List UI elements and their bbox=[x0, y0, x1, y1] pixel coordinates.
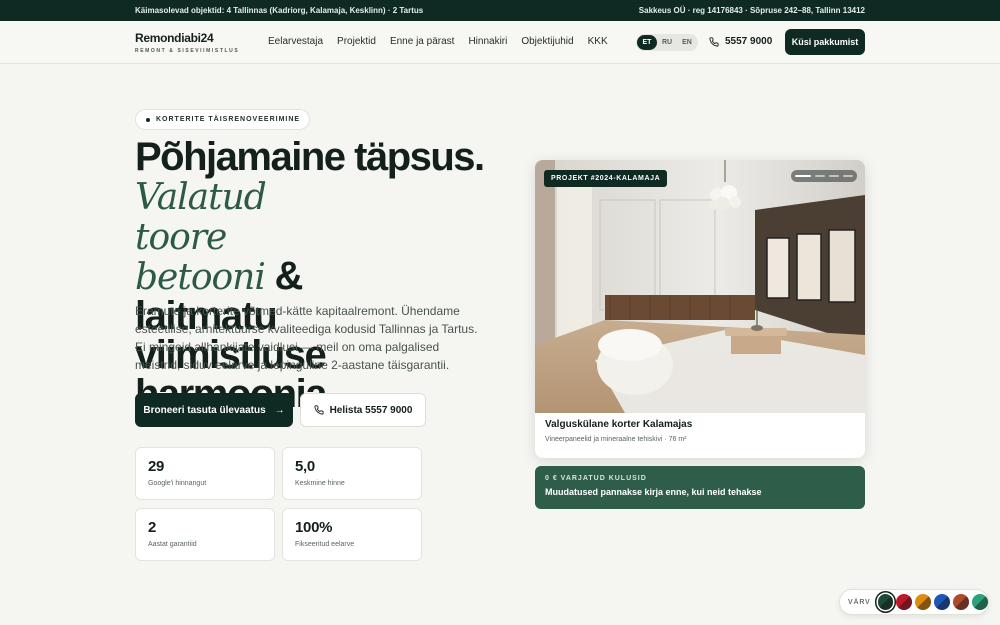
stat-card: 100% Fikseeritud eelarve bbox=[282, 508, 422, 561]
language-ru[interactable]: RU bbox=[657, 35, 677, 50]
stat-value: 5,0 bbox=[295, 458, 315, 475]
theme-color-picker: VÄRV bbox=[839, 589, 989, 615]
stat-value: 29 bbox=[148, 458, 165, 475]
nav-menu: Eelarvestaja Projektid Enne ja pärast Hi… bbox=[268, 36, 608, 47]
stat-value: 2 bbox=[148, 519, 157, 536]
project-caption: Valguskülane korter Kalamajas Vineerpane… bbox=[545, 419, 692, 443]
project-photo bbox=[535, 160, 865, 413]
nav-item-projektid[interactable]: Projektid bbox=[337, 36, 376, 47]
logo-name: Remondiabi24 bbox=[135, 31, 214, 45]
headline-italic: Valatud toore betooni bbox=[135, 177, 267, 298]
phone-icon bbox=[709, 36, 719, 47]
active-projects-text: Käimasolevad objektid: 4 Tallinnas (Kadr… bbox=[135, 6, 424, 15]
category-pill-label: KORTERITE TÄISRENOVEERIMINE bbox=[156, 116, 301, 123]
slide-dot[interactable] bbox=[815, 175, 825, 177]
headline-line-1: Põhjamaine täpsus. bbox=[135, 135, 485, 179]
phone-icon bbox=[313, 405, 324, 415]
call-button[interactable]: Helista 5557 9000 bbox=[300, 393, 426, 427]
stat-card: 5,0 Keskmine hinne bbox=[282, 447, 422, 500]
bullet-dot-icon bbox=[146, 117, 150, 122]
stat-label: Google'i hinnangut bbox=[148, 480, 207, 487]
hero-description: Eramute ja korterite võtmed-kätte kapita… bbox=[135, 304, 478, 372]
stat-label: Fikseeritud eelarve bbox=[295, 541, 355, 548]
language-switcher: ET RU EN bbox=[636, 34, 698, 51]
stat-value: 100% bbox=[295, 519, 333, 536]
company-info-text: Sakkeus OÜ · reg 14176843 · Sõpruse 242–… bbox=[638, 6, 865, 15]
color-swatch-rust[interactable] bbox=[953, 594, 970, 610]
stat-label: Aastat garantiid bbox=[148, 541, 197, 548]
notice-kicker: 0 € VARJATUD KULUSID bbox=[545, 475, 647, 482]
nav-item-objektijuhid[interactable]: Objektijuhid bbox=[521, 36, 573, 47]
project-subtitle: Vineerpaneelid ja mineraalne tehiskivi ·… bbox=[545, 436, 687, 443]
announcement-bar: Käimasolevad objektid: 4 Tallinnas (Kadr… bbox=[0, 0, 1000, 21]
logo-tagline: REMONT & SISEVIIMISTLUS bbox=[135, 48, 240, 54]
nav-item-hinnakiri[interactable]: Hinnakiri bbox=[468, 36, 507, 47]
language-en[interactable]: EN bbox=[677, 35, 697, 50]
color-picker-label: VÄRV bbox=[848, 598, 871, 606]
slide-dot[interactable] bbox=[829, 175, 839, 177]
color-swatch-blue[interactable] bbox=[934, 594, 951, 610]
notice-text: Muudatused pannakse kirja enne, kui neid… bbox=[545, 487, 762, 497]
no-hidden-costs-banner: 0 € VARJATUD KULUSID Muudatused pannakse… bbox=[535, 466, 865, 509]
color-swatch-green[interactable] bbox=[877, 594, 894, 610]
nav-item-kkk[interactable]: KKK bbox=[588, 36, 608, 47]
color-swatch-teal[interactable] bbox=[972, 594, 988, 610]
project-card[interactable]: PROJEKT #2024-KALAMAJA Valguskülane kort… bbox=[535, 160, 865, 458]
book-inspection-label: Broneeri tasuta ülevaatus bbox=[143, 404, 266, 416]
book-inspection-button[interactable]: Broneeri tasuta ülevaatus → bbox=[135, 393, 293, 427]
stat-card: 2 Aastat garantiid bbox=[135, 508, 275, 561]
language-et[interactable]: ET bbox=[637, 35, 657, 50]
color-swatch-red[interactable] bbox=[896, 594, 913, 610]
project-badge: PROJEKT #2024-KALAMAJA bbox=[544, 170, 668, 187]
slide-indicator[interactable] bbox=[791, 170, 857, 182]
nav-item-eelarvestaja[interactable]: Eelarvestaja bbox=[268, 36, 323, 47]
logo[interactable]: Remondiabi24 REMONT & SISEVIIMISTLUS bbox=[135, 31, 239, 54]
main-navigation: Remondiabi24 REMONT & SISEVIIMISTLUS Eel… bbox=[0, 21, 1000, 64]
call-button-label: Helista 5557 9000 bbox=[329, 404, 413, 416]
slide-dot[interactable] bbox=[795, 175, 811, 177]
stat-card: 29 Google'i hinnangut bbox=[135, 447, 275, 500]
color-swatch-orange[interactable] bbox=[915, 594, 932, 610]
category-pill: KORTERITE TÄISRENOVEERIMINE bbox=[135, 109, 311, 130]
phone-link[interactable]: 5557 9000 bbox=[709, 36, 772, 47]
slide-dot[interactable] bbox=[843, 175, 853, 177]
stat-label: Keskmine hinne bbox=[295, 480, 345, 487]
phone-number: 5557 9000 bbox=[725, 36, 773, 47]
project-title: Valguskülane korter Kalamajas bbox=[545, 419, 693, 430]
nav-item-enne-ja-parast[interactable]: Enne ja pärast bbox=[390, 36, 455, 47]
arrow-right-icon: → bbox=[274, 404, 285, 416]
request-quote-button[interactable]: Küsi pakkumist bbox=[785, 29, 865, 55]
